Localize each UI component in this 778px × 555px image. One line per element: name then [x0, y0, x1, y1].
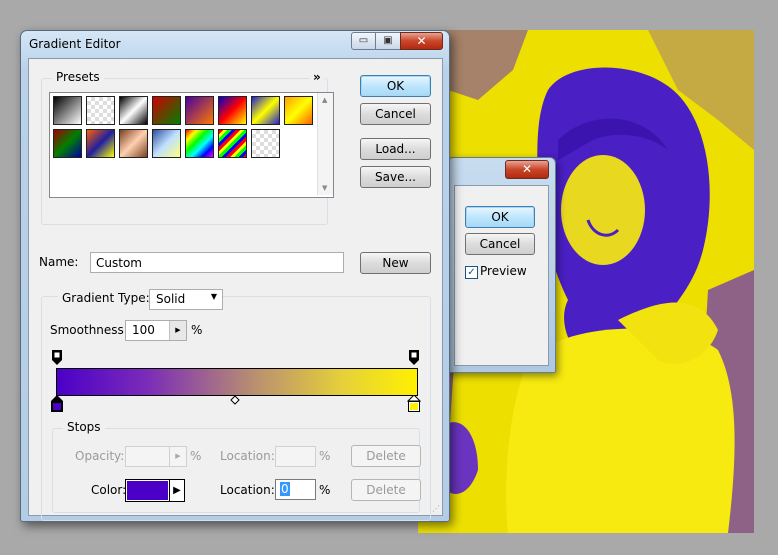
- color-label: Color:: [91, 483, 127, 497]
- opacity-unit: %: [190, 449, 202, 463]
- smoothness-unit: %: [191, 323, 203, 337]
- scroll-up-icon[interactable]: ▲: [322, 96, 327, 104]
- preset-swatch[interactable]: [185, 96, 214, 125]
- midpoint-diamond-icon[interactable]: [230, 394, 240, 408]
- opacity-delete-button[interactable]: Delete: [351, 445, 421, 467]
- opacity-location-field[interactable]: [275, 446, 316, 467]
- smoothness-field[interactable]: 100 ▶: [125, 320, 187, 341]
- color-stop-left[interactable]: [50, 395, 64, 416]
- preset-swatch[interactable]: [218, 96, 247, 125]
- color-location-value: 0: [280, 482, 290, 496]
- stops-label: Stops: [63, 420, 105, 434]
- preset-swatch[interactable]: [86, 129, 115, 158]
- ok-button[interactable]: OK: [360, 75, 431, 97]
- smoothness-value: 100: [132, 323, 155, 337]
- opacity-stop-right[interactable]: [409, 350, 419, 369]
- window-title: Gradient Editor: [29, 37, 121, 51]
- color-swatch[interactable]: ▶: [125, 479, 185, 502]
- opacity-stop-left[interactable]: [52, 350, 62, 369]
- dropdown-arrow-icon: ▼: [210, 292, 217, 301]
- dialog-client: Presets » ▲ ▼ OK Cancel Load... Save... …: [28, 58, 443, 521]
- preset-swatch[interactable]: [86, 96, 115, 125]
- gradient-map-close-button[interactable]: ✕: [505, 160, 549, 179]
- preset-swatch[interactable]: [53, 129, 82, 158]
- color-location-unit: %: [319, 483, 331, 497]
- gradient-map-client: OK Cancel ✓ Preview: [454, 185, 549, 366]
- close-button[interactable]: ✕: [400, 32, 443, 50]
- color-delete-button[interactable]: Delete: [351, 479, 421, 501]
- close-icon: ✕: [521, 162, 533, 176]
- preset-swatch[interactable]: [119, 129, 148, 158]
- preset-swatch[interactable]: [53, 96, 82, 125]
- preset-swatch[interactable]: [185, 129, 214, 158]
- color-location-label: Location:: [220, 483, 275, 497]
- presets-list[interactable]: ▲ ▼: [49, 92, 334, 198]
- opacity-field[interactable]: ▶: [125, 446, 187, 467]
- close-icon: ✕: [416, 34, 427, 48]
- name-label: Name:: [39, 255, 79, 269]
- color-swatch-fill: [127, 481, 168, 500]
- preset-swatch[interactable]: [152, 129, 181, 158]
- preset-swatch[interactable]: [251, 96, 280, 125]
- opacity-location-unit: %: [319, 449, 331, 463]
- preset-swatch[interactable]: [218, 129, 247, 158]
- gradient-editor-window: Gradient Editor ▭ ▣ ✕ Presets » ▲ ▼ OK C…: [20, 30, 450, 522]
- gradient-bar[interactable]: [56, 368, 418, 396]
- gradient-map-cancel-button[interactable]: Cancel: [465, 233, 535, 255]
- gradient-type-value: Solid: [156, 292, 186, 306]
- preset-swatch[interactable]: [119, 96, 148, 125]
- preset-swatch[interactable]: [152, 96, 181, 125]
- color-stop-right[interactable]: [406, 394, 422, 416]
- resize-grip-icon[interactable]: ⋰: [432, 504, 440, 513]
- new-button[interactable]: New: [360, 252, 431, 274]
- presets-menu-icon[interactable]: »: [309, 70, 325, 84]
- maximize-button[interactable]: ▣: [375, 32, 401, 50]
- gradient-type-select[interactable]: Solid ▼: [149, 289, 223, 310]
- opacity-location-label: Location:: [220, 449, 275, 463]
- scroll-down-icon[interactable]: ▼: [322, 184, 327, 192]
- cancel-button[interactable]: Cancel: [360, 103, 431, 125]
- name-field[interactable]: [90, 252, 344, 273]
- gradient-map-dialog: ✕ OK Cancel ✓ Preview: [447, 157, 556, 373]
- minimize-icon: ▭: [358, 35, 369, 46]
- smoothness-slider-icon[interactable]: ▶: [169, 321, 186, 340]
- preset-swatch[interactable]: [251, 129, 280, 158]
- opacity-slider-icon[interactable]: ▶: [169, 447, 186, 466]
- preview-checkbox[interactable]: ✓: [465, 266, 478, 279]
- smoothness-label: Smoothness:: [50, 323, 128, 337]
- gradient-map-ok-button[interactable]: OK: [465, 206, 535, 228]
- color-location-field[interactable]: 0: [275, 479, 316, 500]
- presets-scrollbar[interactable]: ▲ ▼: [317, 93, 333, 195]
- save-button[interactable]: Save...: [360, 166, 431, 188]
- gradient-type-label: Gradient Type:: [58, 291, 154, 305]
- maximize-icon: ▣: [383, 35, 393, 46]
- load-button[interactable]: Load...: [360, 138, 431, 160]
- preset-swatch[interactable]: [284, 96, 313, 125]
- presets-label: Presets: [52, 70, 104, 84]
- preview-label: Preview: [480, 264, 527, 278]
- opacity-label: Opacity:: [75, 449, 125, 463]
- minimize-button[interactable]: ▭: [351, 32, 376, 50]
- color-menu-arrow-icon[interactable]: ▶: [169, 480, 184, 501]
